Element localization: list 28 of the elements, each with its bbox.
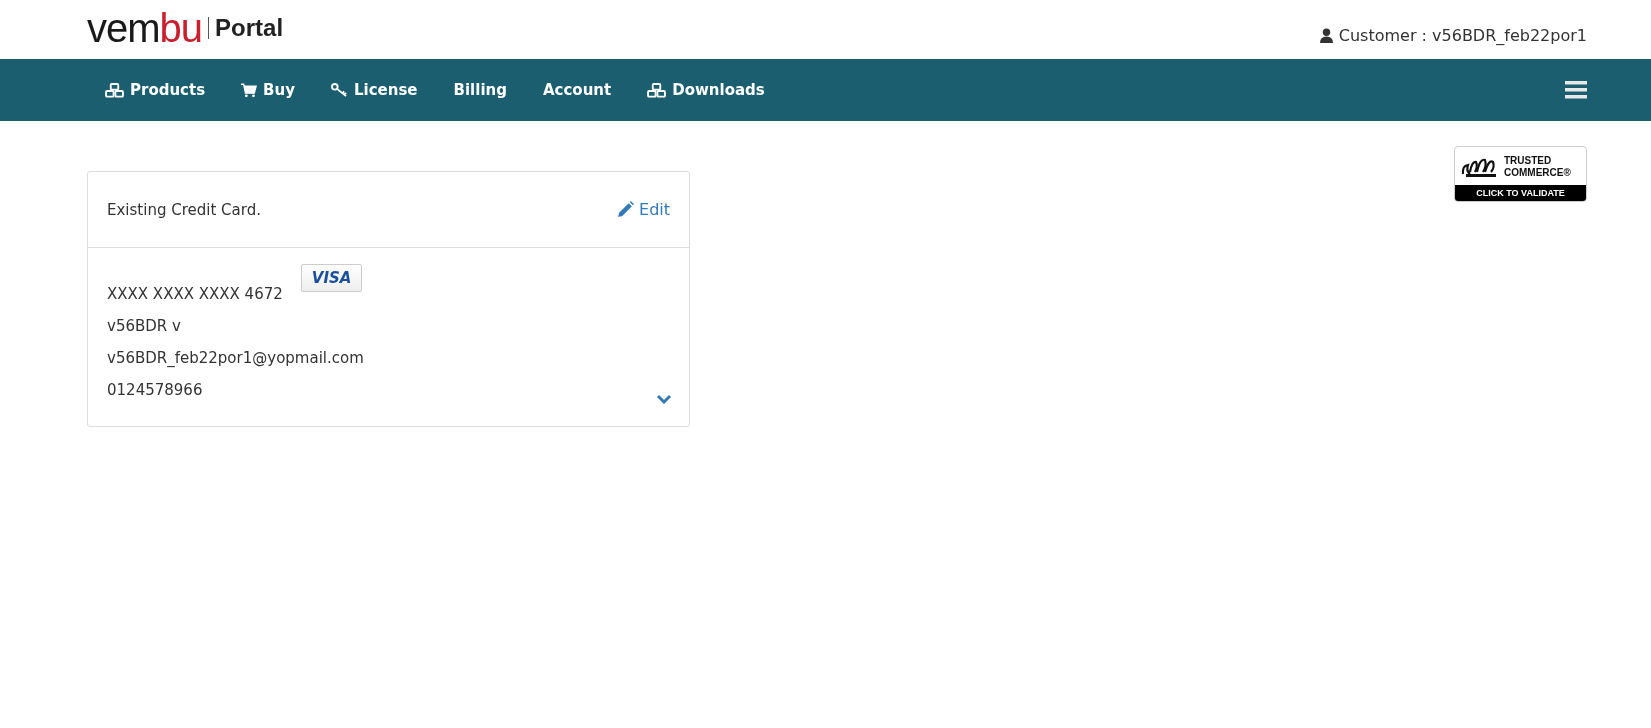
boxes-icon xyxy=(105,82,124,98)
card-number: XXXX XXXX XXXX 4672 xyxy=(107,284,283,304)
visa-logo: VISA xyxy=(300,264,363,292)
portal-label: Portal xyxy=(215,14,284,42)
panel-title: Existing Credit Card. xyxy=(107,200,261,219)
badge-footer: CLICK TO VALIDATE xyxy=(1455,185,1586,201)
cardholder-name: v56BDR v xyxy=(107,316,181,337)
edit-link[interactable]: Edit xyxy=(617,200,670,219)
phone-text: 0124578966 xyxy=(107,380,203,401)
badge-text: COMMERCE® xyxy=(1504,167,1571,179)
nav-link[interactable]: Billing xyxy=(453,81,507,99)
pencil-icon xyxy=(617,201,634,218)
badge-text: TRUSTED xyxy=(1504,155,1553,167)
nav-link[interactable]: Account xyxy=(542,81,612,99)
boxes-icon xyxy=(647,82,667,98)
email-text: v56BDR_feb22por1@yopmail.com xyxy=(107,348,364,369)
nav-link[interactable]: Downloads xyxy=(647,81,765,99)
nav-link[interactable]: Buy xyxy=(241,81,295,99)
vembu-logo[interactable]: vembu xyxy=(87,6,203,50)
nav-link[interactable]: Products xyxy=(105,81,206,99)
key-icon xyxy=(331,82,348,98)
menu-icon[interactable] xyxy=(1565,81,1587,99)
cart-icon xyxy=(241,82,258,98)
user-icon xyxy=(1319,28,1333,43)
customer-label: Customer : v56BDR_feb22por1 xyxy=(1338,26,1587,45)
trust-badge[interactable]: TRUSTED COMMERCE® CLICK TO VALIDATE xyxy=(1454,146,1587,202)
nav-link[interactable]: License xyxy=(331,81,418,99)
chevron-icon[interactable] xyxy=(657,394,671,404)
